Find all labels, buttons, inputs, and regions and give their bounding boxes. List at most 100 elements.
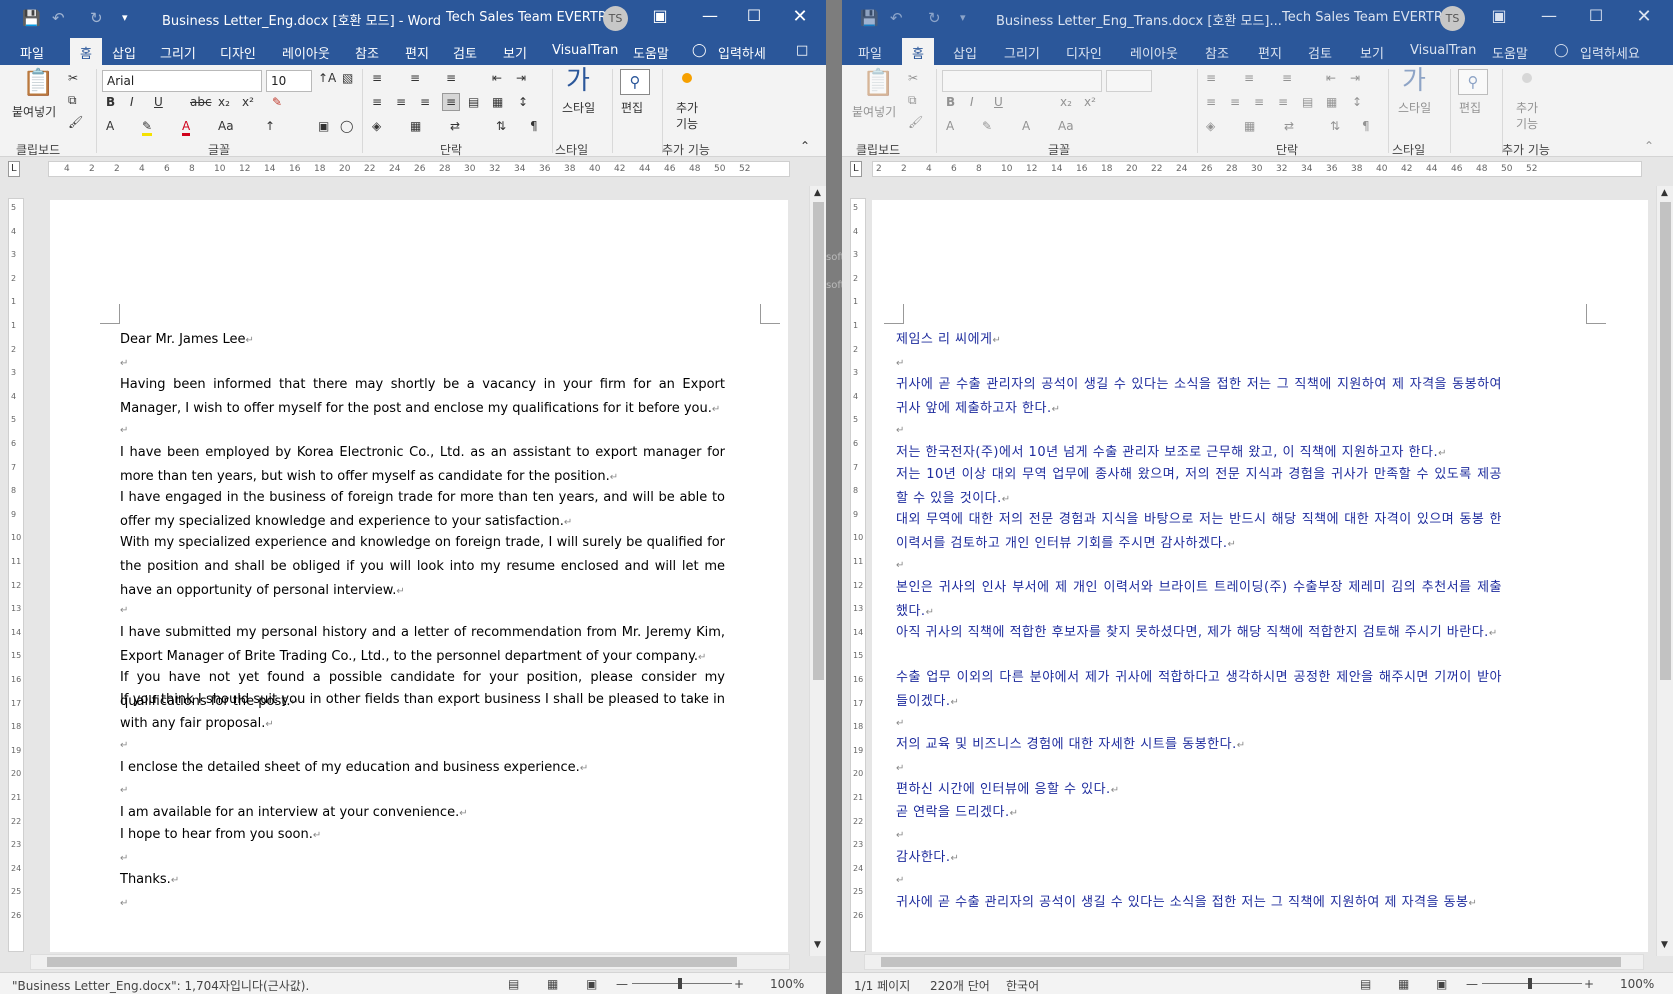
show-marks-icon[interactable]: ¶ bbox=[1362, 119, 1370, 133]
tell-me-box[interactable]: 입력하세요 bbox=[1580, 43, 1640, 62]
collapse-ribbon-icon[interactable]: ⌃ bbox=[800, 139, 810, 153]
paragraph[interactable]: Having been informed that there may shor… bbox=[120, 373, 725, 422]
document-page[interactable]: 제임스 리 씨에게↵ ↵ 귀사에 곧 수출 관리자의 공석이 생길 수 있다는 소식… bbox=[872, 200, 1648, 952]
sort-icon[interactable]: ⇅ bbox=[1330, 119, 1340, 133]
font-size-box[interactable]: 10 bbox=[266, 70, 312, 92]
find-icon[interactable]: ⚲ bbox=[620, 69, 650, 95]
align-right-icon[interactable]: ≡ bbox=[1254, 95, 1264, 109]
scroll-up-icon[interactable]: ▲ bbox=[814, 186, 821, 200]
paragraph[interactable]: 귀사에 곧 수출 관리자의 공석이 생길 수 있다는 소식을 접한 저는 그 직… bbox=[896, 891, 1502, 916]
paragraph[interactable]: I have engaged in the business of foreig… bbox=[120, 486, 725, 535]
bold-icon[interactable]: B bbox=[946, 95, 955, 109]
paste-button[interactable]: 붙여넣기 bbox=[12, 105, 56, 119]
paragraph[interactable]: 대외 무역에 대한 저의 전문 경험과 지식을 바탕으로 저는 반드시 해당 직… bbox=[896, 508, 1502, 557]
tab-selector-icon[interactable]: L bbox=[8, 161, 20, 177]
paragraph[interactable]: 수출 업무 이외의 다른 분야에서 제가 귀사에 적합하다고 생각하시면 공정한… bbox=[896, 666, 1502, 715]
scroll-down-icon[interactable]: ▼ bbox=[1661, 938, 1668, 952]
borders-icon[interactable]: ▦ bbox=[1244, 119, 1255, 133]
styles-icon[interactable]: 가 bbox=[1402, 67, 1426, 95]
paragraph[interactable]: I enclose the detailed sheet of my educa… bbox=[120, 756, 725, 781]
underline-icon[interactable]: U bbox=[994, 95, 1003, 109]
zoom-out-icon[interactable]: — bbox=[616, 977, 628, 991]
read-mode-icon[interactable]: ▤ bbox=[508, 977, 519, 991]
tell-me-box[interactable]: 입력하세 bbox=[718, 43, 766, 62]
tab-design[interactable]: 디자인 bbox=[1066, 43, 1102, 62]
asian-layout-icon[interactable]: ⇄ bbox=[1284, 119, 1294, 133]
save-icon[interactable]: 💾 bbox=[22, 8, 41, 28]
scroll-thumb[interactable] bbox=[813, 202, 824, 680]
tab-insert[interactable]: 삽입 bbox=[112, 43, 136, 62]
vertical-scrollbar[interactable]: ▲ ▼ bbox=[809, 186, 826, 956]
tab-draw[interactable]: 그리기 bbox=[1004, 43, 1040, 62]
tab-file[interactable]: 파일 bbox=[20, 43, 44, 62]
font-color-icon[interactable]: A bbox=[1022, 119, 1030, 133]
tab-references[interactable]: 참조 bbox=[1205, 43, 1229, 62]
styles-button[interactable]: 스타일 bbox=[1398, 101, 1431, 115]
format-painter-icon[interactable]: 🖌 bbox=[908, 115, 923, 129]
web-layout-icon[interactable]: ▣ bbox=[586, 977, 597, 991]
paragraph[interactable]: I am available for an interview at your … bbox=[120, 801, 725, 826]
tab-help[interactable]: 도움말 bbox=[1492, 43, 1528, 62]
paragraph[interactable]: 편하신 시간에 인터뷰에 응할 수 있다.↵ bbox=[896, 778, 1502, 803]
font-color-icon[interactable]: A bbox=[182, 119, 191, 136]
paragraph[interactable]: 저는 한국전자(주)에서 10년 넘게 수출 관리자 보조로 근무해 왔고, 이… bbox=[896, 441, 1502, 466]
cut-icon[interactable]: ✂ bbox=[68, 71, 78, 85]
line-spacing-icon[interactable]: ↕ bbox=[1352, 95, 1362, 109]
text-effect-icon[interactable]: A bbox=[106, 119, 114, 133]
zoom-slider-thumb[interactable] bbox=[678, 978, 682, 989]
undo-icon[interactable]: ↶ bbox=[890, 8, 903, 28]
multilevel-list-icon[interactable]: ≡ bbox=[1282, 71, 1292, 85]
tab-review[interactable]: 검토 bbox=[453, 43, 477, 62]
tab-mailings[interactable]: 편지 bbox=[405, 43, 429, 62]
font-name-box[interactable] bbox=[942, 70, 1102, 92]
underline-icon[interactable]: U bbox=[154, 95, 163, 109]
add-ins-icon[interactable] bbox=[1522, 73, 1532, 83]
bullets-icon[interactable]: ≡ bbox=[372, 71, 382, 85]
numbering-icon[interactable]: ≡ bbox=[410, 71, 420, 85]
phonetic-guide-icon[interactable]: ↑ bbox=[265, 119, 275, 133]
tab-view[interactable]: 보기 bbox=[503, 43, 527, 62]
paragraph[interactable]: ↵ bbox=[120, 351, 725, 376]
numbering-icon[interactable]: ≡ bbox=[1244, 71, 1254, 85]
paragraph[interactable]: I hope to hear from you soon.↵ bbox=[120, 823, 725, 848]
add-ins-button[interactable]: 추가 bbox=[676, 101, 698, 115]
decrease-indent-icon[interactable]: ⇤ bbox=[492, 71, 502, 85]
horizontal-scrollbar[interactable] bbox=[30, 954, 790, 970]
justify-icon[interactable]: ≡ bbox=[442, 93, 461, 111]
close-icon[interactable]: ✕ bbox=[1632, 6, 1656, 27]
ribbon-display-options-icon[interactable]: ▣ bbox=[648, 6, 672, 25]
borders-icon[interactable]: ▦ bbox=[410, 119, 421, 133]
decrease-indent-icon[interactable]: ⇤ bbox=[1326, 71, 1336, 85]
h-scroll-thumb[interactable] bbox=[47, 957, 737, 967]
paragraph[interactable]: ↵ bbox=[896, 756, 1502, 781]
language[interactable]: 한국어 bbox=[1006, 977, 1039, 994]
paragraph[interactable]: 저의 교육 및 비즈니스 경험에 대한 자세한 시트를 동봉한다.↵ bbox=[896, 733, 1502, 758]
editing-button[interactable]: 편집 bbox=[1459, 101, 1481, 115]
change-case-icon[interactable]: Aa bbox=[1058, 119, 1074, 133]
tab-insert[interactable]: 삽입 bbox=[953, 43, 977, 62]
tab-file[interactable]: 파일 bbox=[858, 43, 882, 62]
paste-icon[interactable]: 📋 bbox=[862, 69, 894, 97]
tab-layout[interactable]: 레이아웃 bbox=[1130, 43, 1178, 62]
zoom-slider[interactable] bbox=[1482, 983, 1582, 984]
customize-quick-access-icon[interactable]: ▾ bbox=[122, 8, 128, 28]
columns-icon[interactable]: ▦ bbox=[492, 95, 503, 109]
paragraph[interactable]: 본인은 귀사의 인사 부서에 제 개인 이력서와 브라이트 트레이딩(주) 수출… bbox=[896, 576, 1502, 625]
font-name-box[interactable]: Arial bbox=[102, 70, 262, 92]
add-ins-icon[interactable] bbox=[682, 73, 692, 83]
shading-icon[interactable]: ◈ bbox=[372, 119, 381, 133]
add-ins-button-line2[interactable]: 기능 bbox=[1516, 117, 1538, 131]
paragraph[interactable]: 귀사에 곧 수출 관리자의 공석이 생길 수 있다는 소식을 접한 저는 그 직… bbox=[896, 373, 1502, 422]
customize-quick-access-icon[interactable]: ▾ bbox=[960, 8, 966, 28]
paragraph[interactable]: ↵ bbox=[120, 418, 725, 443]
tab-references[interactable]: 참조 bbox=[355, 43, 379, 62]
paragraph[interactable]: ↵ bbox=[896, 351, 1502, 376]
account-name[interactable]: Tech Sales Team EVERTRAN bbox=[446, 10, 625, 25]
tab-help[interactable]: 도움말 bbox=[633, 43, 669, 62]
read-mode-icon[interactable]: ▤ bbox=[1360, 977, 1371, 991]
subscript-icon[interactable]: x₂ bbox=[218, 95, 230, 109]
paragraph[interactable]: ↵ bbox=[896, 823, 1502, 848]
enclosed-character-icon[interactable]: ◯ bbox=[340, 119, 353, 133]
tab-home[interactable]: 홈 bbox=[902, 38, 934, 65]
avatar[interactable]: TS bbox=[603, 6, 628, 31]
